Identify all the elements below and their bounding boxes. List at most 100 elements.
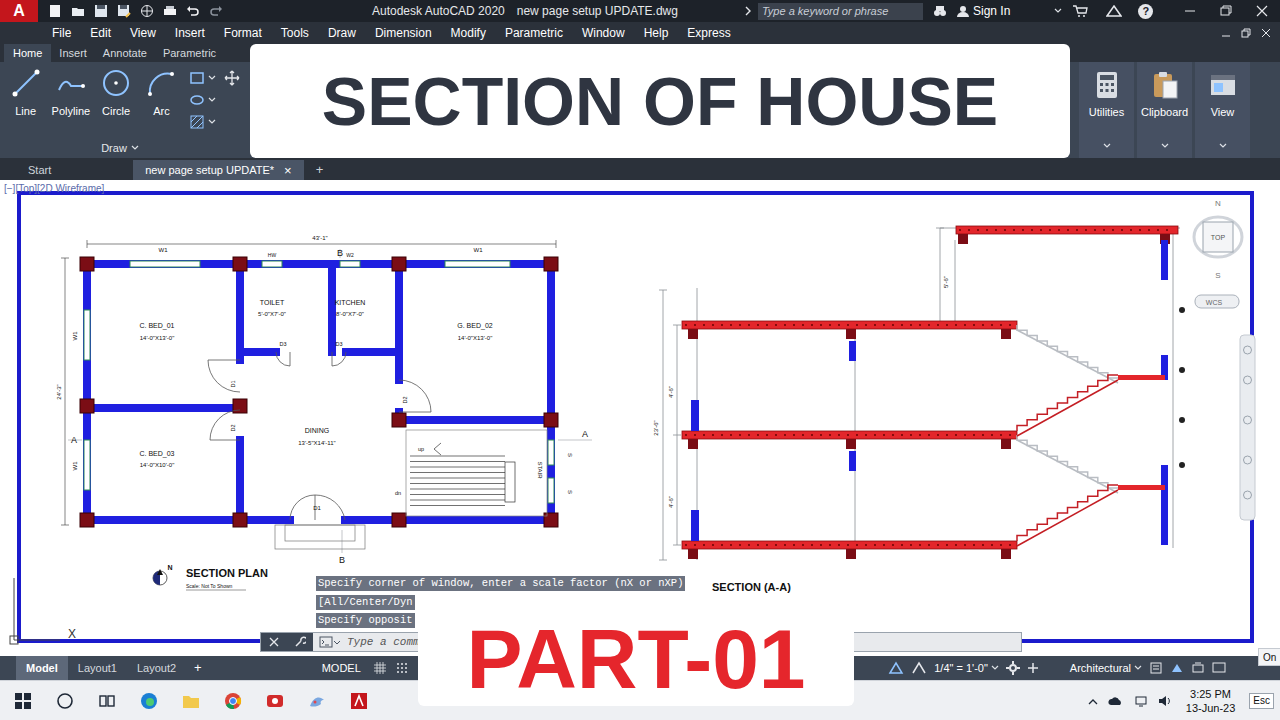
new-tab-button[interactable]: + <box>306 160 334 180</box>
small-tool-button[interactable] <box>189 70 216 86</box>
plus-icon[interactable] <box>1027 662 1039 674</box>
ribbon-panel-button[interactable]: Utilities <box>1079 62 1134 158</box>
binoculars-icon[interactable] <box>933 5 947 17</box>
chrome-icon[interactable] <box>224 692 242 710</box>
chevron-right-icon[interactable] <box>744 6 752 16</box>
quick-properties-icon[interactable] <box>1149 661 1163 675</box>
menu-item[interactable]: View <box>130 24 156 42</box>
annotation-scale[interactable]: 1/4" = 1'-0" <box>934 660 999 677</box>
close-icon[interactable] <box>1244 0 1280 22</box>
menu-item[interactable]: Dimension <box>375 24 432 42</box>
file-explorer-icon[interactable] <box>182 692 200 710</box>
autocad-taskbar-icon[interactable] <box>350 692 368 710</box>
close-icon[interactable] <box>269 637 279 647</box>
ribbon-tab[interactable]: Home <box>4 44 51 62</box>
add-layout-button[interactable]: + <box>186 656 210 680</box>
small-tool-button[interactable] <box>189 92 216 108</box>
menu-item[interactable]: Express <box>687 24 730 42</box>
network-icon[interactable] <box>1134 695 1148 707</box>
hardware-accel-icon[interactable] <box>1191 661 1205 675</box>
model-space-button[interactable]: MODEL <box>318 660 365 677</box>
isolate-icon[interactable] <box>1170 661 1184 675</box>
menu-item[interactable]: Help <box>644 24 669 42</box>
gear-icon[interactable] <box>1006 661 1020 675</box>
search-icon[interactable] <box>56 692 74 710</box>
ribbon-panel-button[interactable]: Clipboard <box>1137 62 1192 158</box>
minimize-icon[interactable] <box>1172 0 1208 22</box>
windows-start-icon[interactable] <box>14 692 32 710</box>
layout-tab[interactable]: Layout1 <box>68 656 127 680</box>
draw-panel-title[interactable]: Draw <box>0 138 240 158</box>
menu-item[interactable]: Format <box>224 24 262 42</box>
move-icon[interactable] <box>224 70 240 86</box>
annotation-visibility-icon[interactable] <box>888 661 904 675</box>
onedrive-icon[interactable] <box>1108 695 1124 707</box>
doc-minimize-icon[interactable] <box>1220 27 1232 39</box>
wrench-icon[interactable] <box>294 636 306 648</box>
drawing-area[interactable]: 43'-1"24'-3"W1W1HWW2BBAATOILET5'-0"X7'-0… <box>0 180 1280 656</box>
print-icon[interactable] <box>163 4 177 18</box>
help-button[interactable]: ? <box>1138 4 1153 19</box>
restore-icon[interactable] <box>1208 0 1244 22</box>
ribbon-tab[interactable]: Annotate <box>95 44 155 62</box>
plan-label: KITCHEN <box>335 299 366 306</box>
autoscale-icon[interactable] <box>911 661 927 675</box>
layout-tab[interactable]: Model <box>16 656 68 680</box>
doc-close-icon[interactable] <box>1260 27 1272 39</box>
small-tool-button[interactable] <box>189 114 216 130</box>
tray-chevron-icon[interactable] <box>1088 697 1098 705</box>
sign-in-button[interactable]: Sign In <box>957 2 1010 20</box>
doc-restore-icon[interactable] <box>1240 27 1252 39</box>
app-title: Autodesk AutoCAD 2020 <box>372 2 505 20</box>
task-view-icon[interactable] <box>98 692 116 710</box>
taskbar-clock[interactable]: 3:25 PM13-Jun-23 <box>1182 687 1240 715</box>
file-tab-close[interactable]: × <box>284 164 292 177</box>
calculator-icon <box>1092 70 1122 100</box>
menu-item[interactable]: Insert <box>175 24 205 42</box>
cart-icon[interactable] <box>1072 5 1088 17</box>
command-prompt-icon[interactable] <box>319 636 341 648</box>
menu-item[interactable]: Modify <box>451 24 486 42</box>
viewport-label[interactable]: [−][Top][2D Wireframe] <box>4 181 104 196</box>
redo-icon[interactable] <box>209 4 223 18</box>
open-folder-icon[interactable] <box>71 4 85 18</box>
plan-label: 13'-5"X14'-11" <box>298 440 335 446</box>
menu-item[interactable]: File <box>52 24 71 42</box>
menu-item[interactable]: Edit <box>90 24 111 42</box>
ribbon-panel-button[interactable]: View <box>1195 62 1250 158</box>
dropdown-caret-icon[interactable] <box>1054 8 1062 14</box>
notification-popup[interactable]: On <box>1258 648 1280 666</box>
clean-screen-icon[interactable] <box>1212 661 1226 675</box>
edge-browser-icon[interactable] <box>140 692 158 710</box>
layout-tab[interactable]: Layout2 <box>127 656 186 680</box>
file-tab[interactable]: new page setup UPDATE*× <box>133 160 303 180</box>
volume-icon[interactable] <box>1158 695 1172 707</box>
autodesk-app-icon[interactable] <box>1106 5 1122 17</box>
circle-icon <box>101 68 131 98</box>
save-icon[interactable] <box>94 4 108 18</box>
draw-tool-button[interactable]: Arc <box>140 68 183 138</box>
screen-recorder-icon[interactable] <box>266 692 284 710</box>
paint-app-icon[interactable] <box>308 692 326 710</box>
menu-item[interactable]: Tools <box>281 24 309 42</box>
web-icon[interactable] <box>140 4 154 18</box>
snap-icon[interactable] <box>395 661 409 675</box>
save-as-icon[interactable] <box>117 4 131 18</box>
draw-tool-button[interactable]: Circle <box>95 68 138 138</box>
new-file-icon[interactable] <box>48 4 62 18</box>
grid-icon[interactable] <box>373 661 387 675</box>
menu-item[interactable]: Draw <box>328 24 356 42</box>
menu-item[interactable]: Window <box>582 24 625 42</box>
draw-tool-button[interactable]: Polyline <box>49 68 92 138</box>
autocad-logo[interactable]: A <box>0 0 38 22</box>
search-field[interactable] <box>758 3 923 20</box>
plan-label: W2 <box>346 252 354 258</box>
draw-tool-button[interactable]: Line <box>4 68 47 138</box>
undo-icon[interactable] <box>186 4 200 18</box>
ribbon-tab[interactable]: Parametric <box>155 44 224 62</box>
ribbon-tab[interactable]: Insert <box>51 44 95 62</box>
units-selector[interactable]: Architectural <box>1070 660 1142 677</box>
menu-item[interactable]: Parametric <box>505 24 563 42</box>
layout-tabs: ModelLayout1Layout2+ <box>0 656 210 680</box>
file-tab[interactable]: Start <box>8 160 71 180</box>
